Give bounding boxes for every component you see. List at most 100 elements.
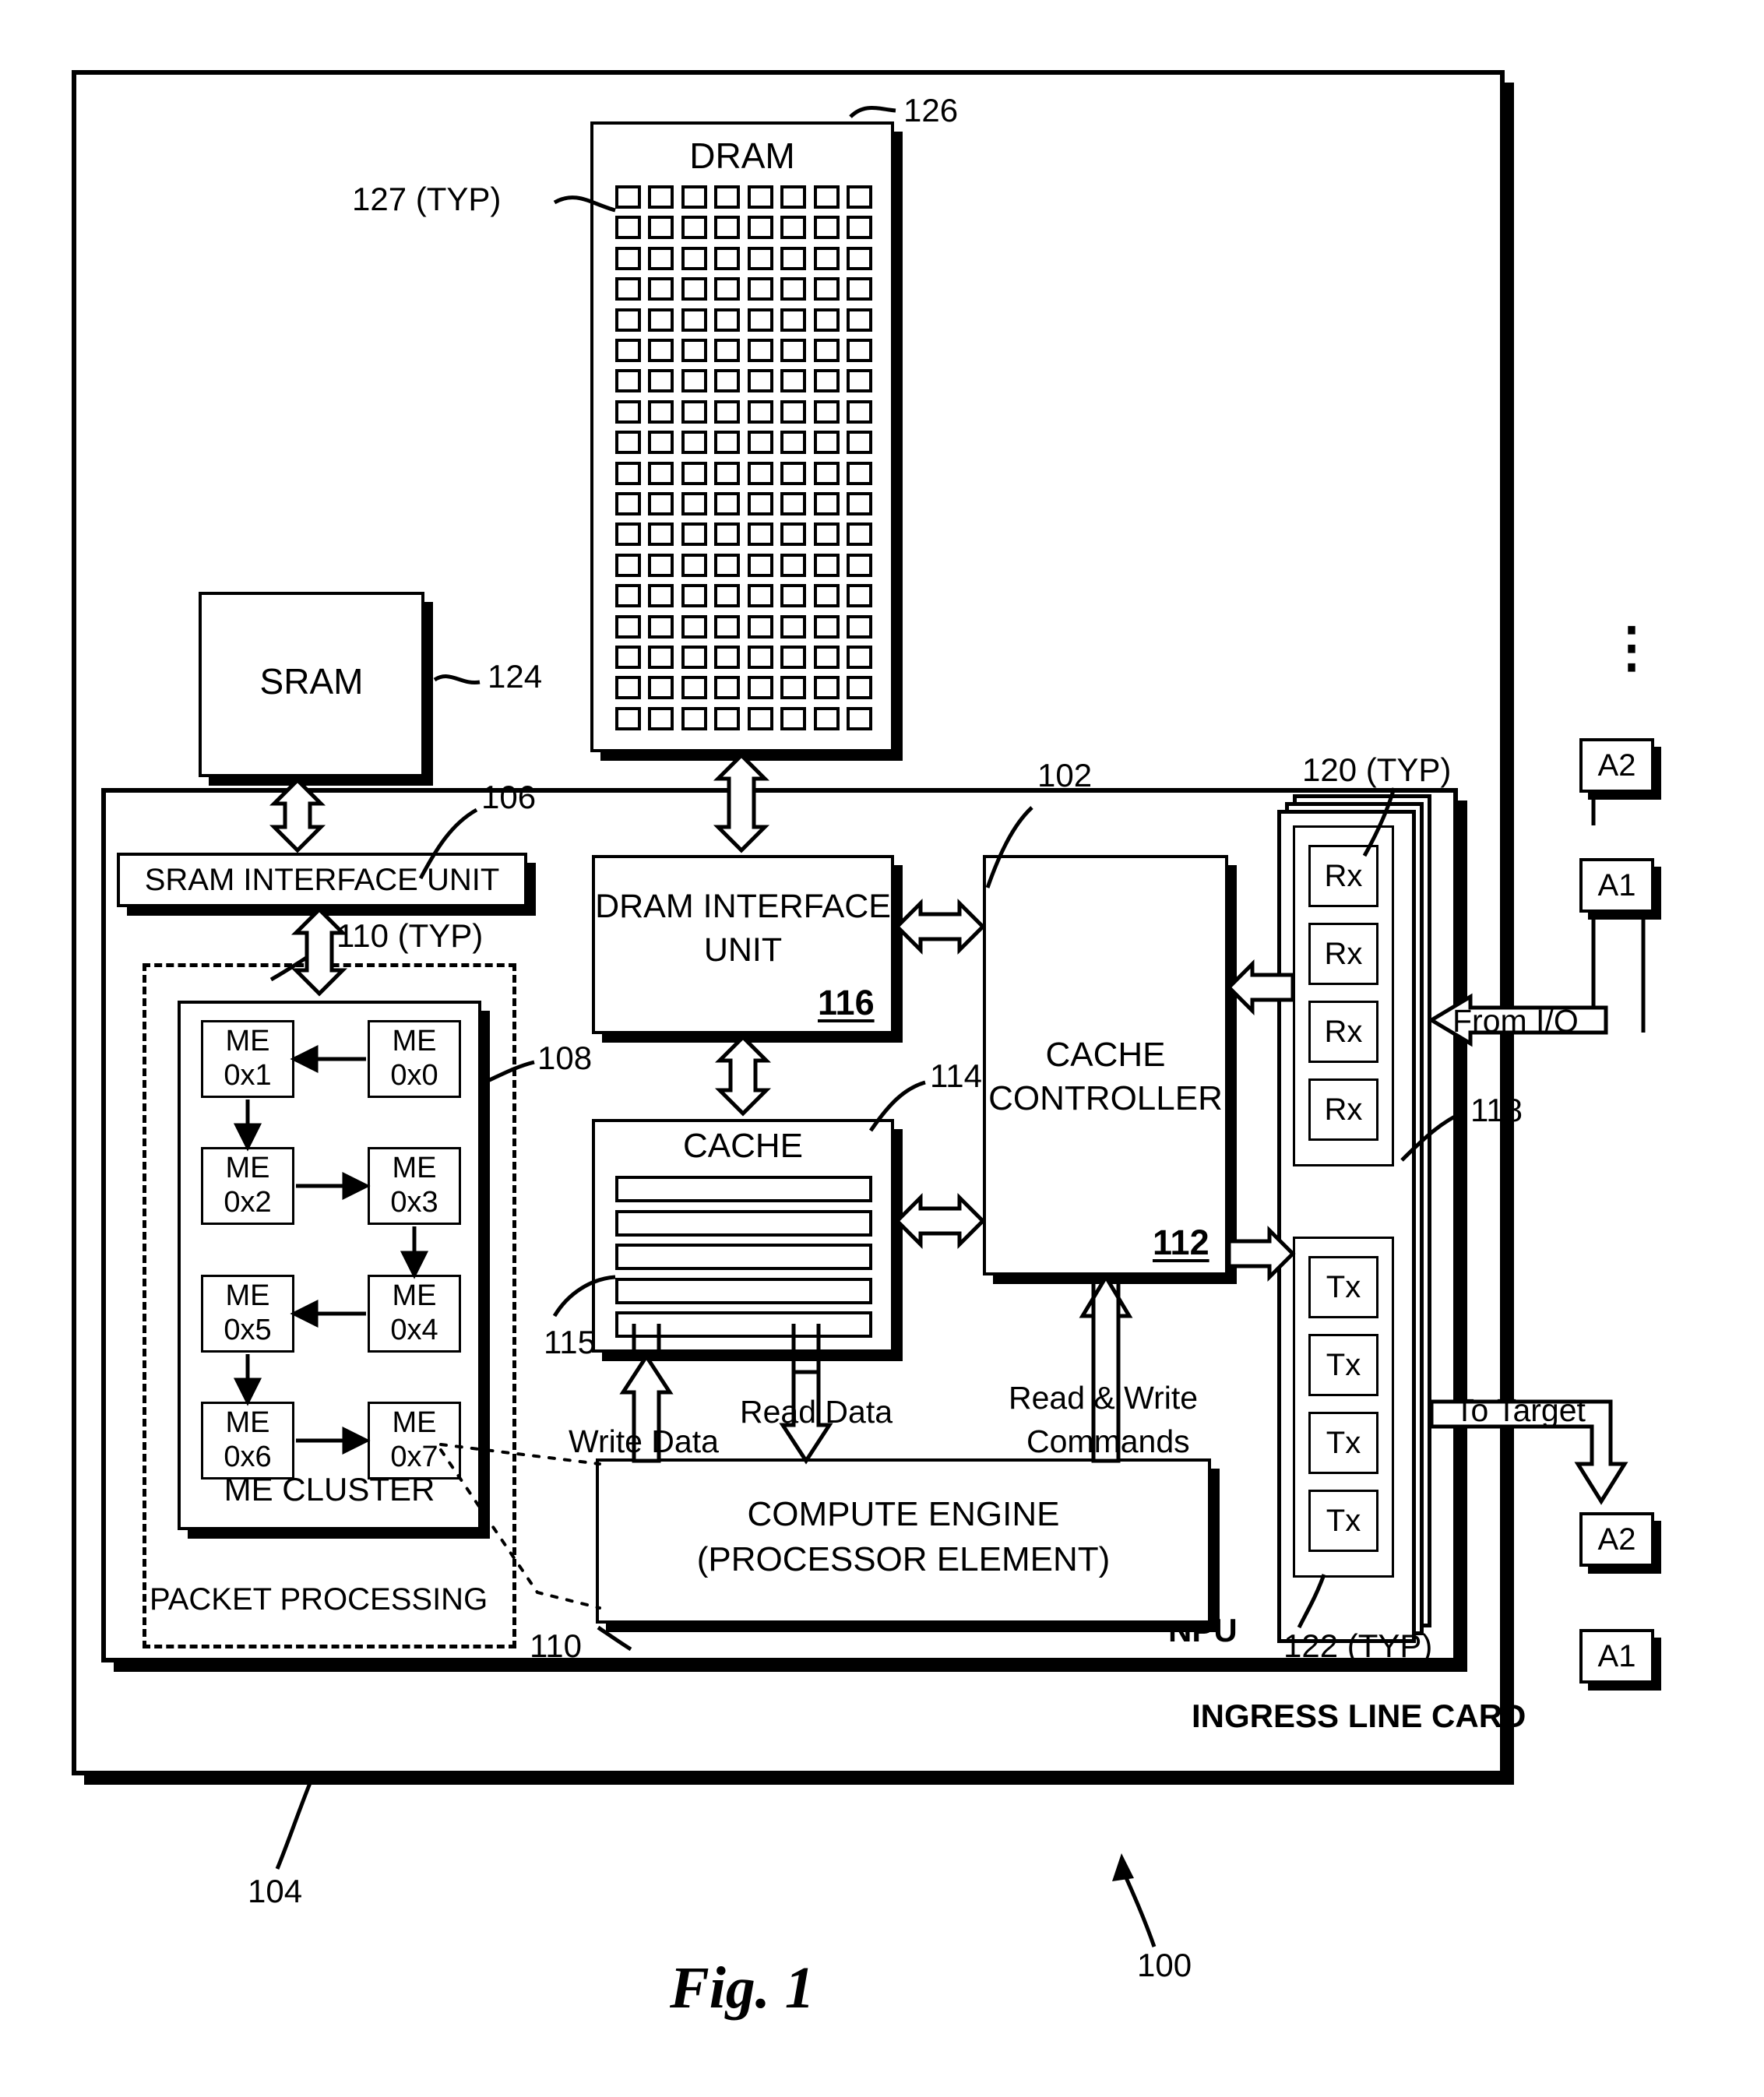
dram-cell <box>780 676 807 700</box>
dram-cell-row <box>615 522 872 547</box>
dram-cell-grid <box>615 185 872 738</box>
tx-port-1[interactable]: Tx <box>1308 1256 1378 1318</box>
me-engine-0x5-line1: ME <box>225 1279 270 1313</box>
dram-cell <box>714 277 741 301</box>
ref-108: 108 <box>537 1040 593 1076</box>
me-engine-0x7-line2: 0x7 <box>390 1441 438 1473</box>
dram-cell <box>681 246 707 270</box>
dram-cell <box>714 185 741 209</box>
read-data-label: Read Data <box>740 1394 893 1430</box>
me-engine-0x0-line2: 0x0 <box>390 1059 438 1092</box>
dram-cell <box>648 646 674 669</box>
dram-cell <box>615 216 641 240</box>
external-block-top-a2-label: A2 <box>1597 748 1636 783</box>
cache-line <box>615 1209 872 1237</box>
dram-cell <box>846 553 872 577</box>
ref-122-typ: 122 (TYP) <box>1283 1627 1433 1664</box>
dram-cell <box>615 431 641 455</box>
dram-cell <box>747 308 773 332</box>
rx-port-4[interactable]: Rx <box>1308 1078 1378 1141</box>
rx-port-3-label: Rx <box>1324 1015 1363 1049</box>
dram-cell <box>615 492 641 515</box>
tx-port-3[interactable]: Tx <box>1308 1412 1378 1474</box>
dram-cell <box>714 461 741 485</box>
figure-caption: Fig. 1 <box>670 1955 815 2021</box>
ref-104: 104 <box>248 1873 303 1909</box>
dram-cell <box>780 246 807 270</box>
me-engine-0x7: ME 0x7 <box>368 1402 461 1480</box>
rx-port-4-label: Rx <box>1324 1092 1363 1127</box>
dram-cell <box>648 614 674 639</box>
dram-cell <box>648 246 674 270</box>
dram-cell-row <box>615 246 872 270</box>
dram-cell <box>813 399 840 424</box>
dram-cell <box>846 216 872 240</box>
dram-cell-row <box>615 399 872 424</box>
dram-cell-row <box>615 584 872 608</box>
external-block-bottom-a2: A2 <box>1579 1512 1654 1567</box>
dram-cell <box>648 339 674 362</box>
dram-cell <box>780 308 807 332</box>
from-io-label: From I/O <box>1452 1003 1579 1039</box>
rx-port-3[interactable]: Rx <box>1308 1001 1378 1063</box>
me-engine-0x0: ME 0x0 <box>368 1020 461 1098</box>
dram-cell <box>780 646 807 669</box>
me-engine-0x2-line2: 0x2 <box>224 1186 272 1219</box>
dram-cell <box>648 216 674 240</box>
dram-cell <box>813 646 840 669</box>
me-engine-0x2: ME 0x2 <box>201 1147 294 1225</box>
dram-cell <box>813 461 840 485</box>
to-target-label: To Target <box>1455 1392 1586 1428</box>
dram-cell <box>846 461 872 485</box>
dram-cell <box>813 522 840 547</box>
dram-cell <box>747 216 773 240</box>
dram-cell-row <box>615 339 872 362</box>
dram-cell <box>780 369 807 393</box>
dram-cell <box>780 431 807 455</box>
dram-cell <box>681 492 707 515</box>
dram-cell <box>714 216 741 240</box>
me-engine-0x4-line1: ME <box>392 1279 437 1313</box>
dram-cell <box>714 522 741 547</box>
dram-cell <box>747 185 773 209</box>
dram-cell <box>846 277 872 301</box>
tx-port-2[interactable]: Tx <box>1308 1334 1378 1396</box>
dram-cell <box>846 706 872 730</box>
cache-line <box>615 1176 872 1202</box>
cache-controller-label-line1: CACHE <box>1045 1035 1166 1074</box>
tx-port-4[interactable]: Tx <box>1308 1490 1378 1552</box>
rx-port-2[interactable]: Rx <box>1308 923 1378 985</box>
dram-cell <box>681 706 707 730</box>
dram-cell <box>747 706 773 730</box>
dram-cell <box>681 399 707 424</box>
dram-cell <box>714 246 741 270</box>
cache-line <box>615 1311 872 1338</box>
me-engine-0x6: ME 0x6 <box>201 1402 294 1480</box>
dram-cell <box>813 246 840 270</box>
ref-126: 126 <box>903 92 959 128</box>
dram-cell <box>846 646 872 669</box>
dram-cell <box>780 553 807 577</box>
dram-cell-row <box>615 553 872 577</box>
compute-engine-label-line2: (PROCESSOR ELEMENT) <box>696 1539 1111 1578</box>
dram-cell <box>780 339 807 362</box>
dram-cell-row <box>615 185 872 209</box>
dram-cell-row <box>615 277 872 301</box>
dram-cell <box>648 185 674 209</box>
dram-cell <box>813 676 840 700</box>
dram-cell-row <box>615 492 872 515</box>
dram-cell <box>813 431 840 455</box>
dram-cell <box>747 584 773 608</box>
dram-cell <box>747 522 773 547</box>
ref-100: 100 <box>1137 1947 1192 1983</box>
dram-title: DRAM <box>689 135 795 176</box>
ref-115: 115 <box>544 1324 596 1360</box>
cache-controller-label-line2: CONTROLLER <box>988 1078 1223 1117</box>
dram-cell <box>681 614 707 639</box>
tx-port-4-label: Tx <box>1326 1504 1361 1538</box>
rx-port-1[interactable]: Rx <box>1308 845 1378 907</box>
sram-interface-unit-label: SRAM INTERFACE UNIT <box>144 863 500 897</box>
dram-cell-row <box>615 461 872 485</box>
dram-cell <box>780 185 807 209</box>
dram-cell <box>714 646 741 669</box>
